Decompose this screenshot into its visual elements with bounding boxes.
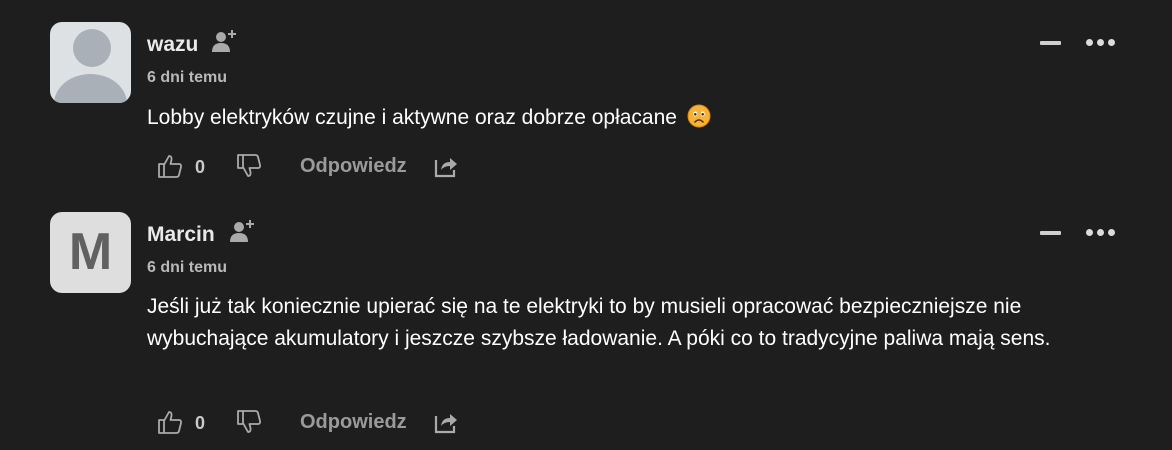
avatar-silhouette-body [54,74,127,103]
username[interactable]: wazu [147,33,198,57]
avatar-letter: M [68,223,113,281]
comment-body: Lobby elektryków czujne i aktywne oraz d… [147,106,677,129]
more-options-icon[interactable] [1084,37,1116,49]
minimize-icon[interactable] [1040,41,1061,45]
avatar-silhouette-head [73,29,111,67]
frowning-face-icon [687,104,711,128]
minimize-icon[interactable] [1040,231,1061,235]
like-count: 0 [195,157,206,177]
thumbs-up-icon[interactable] [157,409,183,435]
comment: M Marcin 6 dni temu Jeśli już tak koniec… [0,190,1172,450]
thumbs-down-icon[interactable] [236,409,262,435]
thumbs-up-icon[interactable] [157,153,183,179]
comment-text: Lobby elektryków czujne i aktywne oraz d… [147,102,1137,134]
share-icon[interactable] [433,409,459,435]
thumbs-down-icon[interactable] [236,153,262,179]
more-options-icon[interactable] [1084,227,1116,239]
share-icon[interactable] [433,153,459,179]
username[interactable]: Marcin [147,223,215,247]
avatar[interactable]: M [50,212,131,293]
reply-button[interactable]: Odpowiedz [300,411,407,434]
avatar[interactable] [50,22,131,103]
comment-actions: 0 Odpowiedz [157,150,477,182]
timestamp: 6 dni temu [147,259,228,276]
reply-button[interactable]: Odpowiedz [300,155,407,178]
comment-actions: 0 Odpowiedz [157,406,477,438]
comment: wazu 6 dni temu Lobby elektryków czujne … [0,0,1172,190]
comment-text: Jeśli już tak koniecznie upierać się na … [147,295,1051,350]
like-count: 0 [195,413,206,433]
follow-user-icon[interactable] [229,218,257,244]
follow-user-icon[interactable] [211,28,239,54]
timestamp: 6 dni temu [147,69,228,86]
